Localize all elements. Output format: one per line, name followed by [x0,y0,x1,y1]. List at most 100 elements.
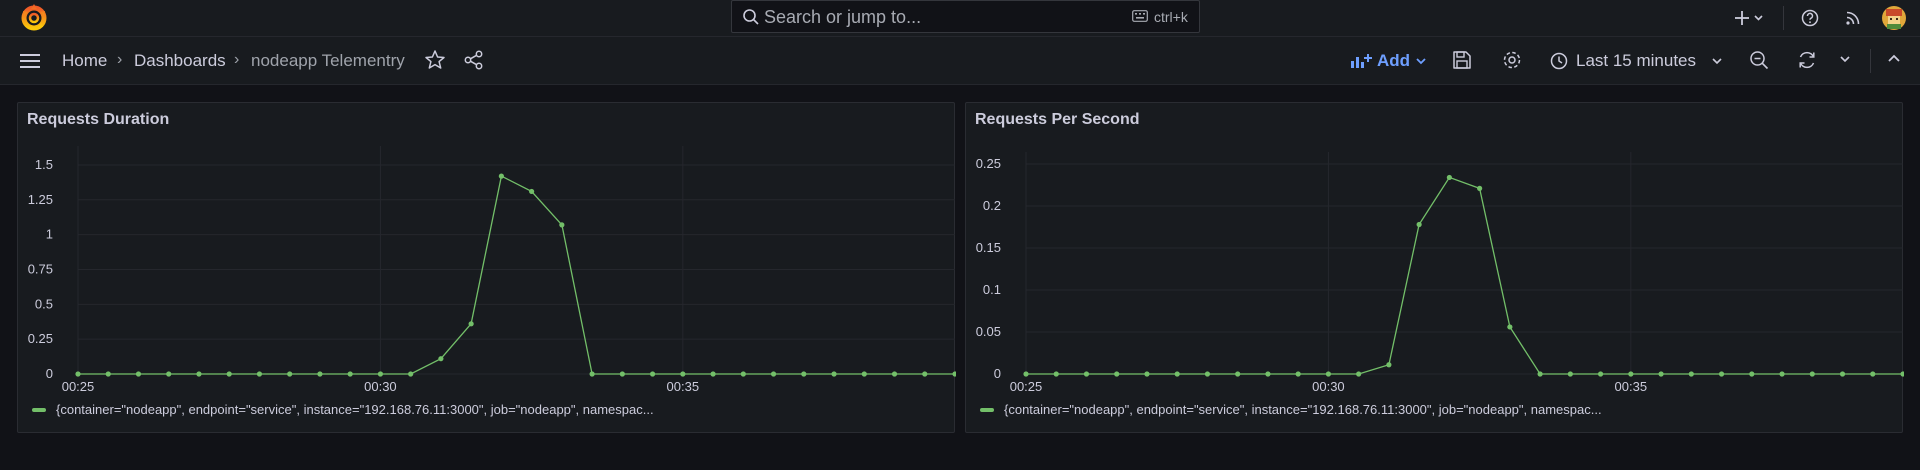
data-point[interactable] [1023,371,1029,377]
data-point[interactable] [317,371,323,377]
data-point[interactable] [1870,371,1876,377]
data-point[interactable] [498,173,504,179]
legend-label: {container="nodeapp", endpoint="service"… [1004,402,1602,417]
data-point[interactable] [1083,371,1090,377]
data-point[interactable] [1204,371,1211,377]
data-point[interactable] [589,371,595,377]
new-menu-button[interactable] [1732,5,1768,31]
data-point[interactable] [1688,371,1694,377]
data-point[interactable] [1809,371,1815,377]
data-point[interactable] [740,371,746,377]
data-point[interactable] [196,371,202,377]
data-point[interactable] [1386,362,1392,368]
data-point[interactable] [75,371,81,377]
panel-requests-per-second[interactable]: Requests Per Second 0 0.05 0.1 0.15 0.2 0.25 0… [965,102,1904,433]
data-point[interactable] [1749,371,1755,377]
data-point[interactable] [831,371,837,377]
data-point[interactable] [710,371,716,377]
data-point[interactable] [1446,174,1452,181]
data-point[interactable] [1779,371,1785,377]
data-point[interactable] [135,371,142,377]
menu-icon[interactable] [19,50,41,72]
grafana-logo-icon[interactable] [19,3,49,33]
data-point[interactable] [105,371,111,377]
data-point[interactable] [680,371,686,377]
data-point[interactable] [1416,221,1422,228]
data-point[interactable] [287,371,293,377]
news-button[interactable] [1840,5,1866,31]
data-point[interactable] [1507,324,1513,330]
help-icon [1801,9,1819,27]
data-point[interactable] [1718,371,1725,377]
data-point[interactable] [1114,371,1120,377]
y-tick-label: 0 [46,366,53,381]
data-point[interactable] [226,371,232,377]
data-point[interactable] [1537,371,1543,377]
data-point[interactable] [256,371,263,377]
legend-item[interactable]: {container="nodeapp", endpoint="service"… [980,402,1602,417]
data-point[interactable] [468,321,474,327]
y-tick-label: 0.2 [983,198,1001,213]
data-point[interactable] [1174,371,1180,377]
save-icon[interactable] [1452,49,1472,71]
data-point[interactable] [1658,371,1664,377]
data-point[interactable] [1628,371,1634,377]
data-point[interactable] [952,371,956,377]
zoom-out-icon[interactable] [1748,49,1770,71]
data-point[interactable] [801,371,807,377]
data-point[interactable] [1144,371,1150,377]
data-point[interactable] [559,222,565,228]
data-point[interactable] [1900,371,1904,377]
data-point[interactable] [861,371,867,377]
refresh-icon[interactable] [1796,49,1818,71]
data-point[interactable] [1295,371,1301,377]
chevron-up-icon[interactable] [1886,52,1902,64]
time-range-picker[interactable]: Last 15 minutes [1550,47,1724,75]
time-range-label: Last 15 minutes [1576,51,1697,70]
data-point[interactable] [408,371,414,377]
x-tick-label: 00:25 [62,379,95,394]
y-tick-label: 0.75 [28,261,53,276]
breadcrumb-dashboards[interactable]: Dashboards [134,51,226,71]
data-point[interactable] [619,371,625,377]
data-point[interactable] [1053,371,1059,377]
data-point[interactable] [649,371,656,377]
data-point[interactable] [1839,371,1846,377]
data-point[interactable] [770,371,777,377]
star-icon[interactable] [424,49,446,71]
breadcrumb-home[interactable]: Home [62,51,107,71]
data-point[interactable] [1235,371,1241,377]
dashboard-nav-bar: Home › Dashboards › nodeapp Telementry A… [0,37,1920,85]
x-tick-label: 00:30 [364,379,397,394]
y-tick-label: 1 [46,227,53,242]
data-point[interactable] [347,371,353,377]
share-icon[interactable] [463,49,485,71]
legend-item[interactable]: {container="nodeapp", endpoint="service"… [32,402,654,417]
x-tick-label: 00:25 [1010,379,1043,394]
chevron-down-icon[interactable] [1838,54,1852,64]
data-point[interactable] [1356,371,1362,377]
breadcrumb-separator: › [234,51,240,68]
data-point[interactable] [1325,371,1332,377]
data-point[interactable] [438,356,444,362]
search-input[interactable]: Search or jump to... ctrl+k [731,0,1200,33]
profile-button[interactable] [1881,5,1907,31]
legend-swatch [32,407,46,412]
help-button[interactable] [1797,5,1823,31]
data-point[interactable] [377,371,384,377]
clock-icon [1550,52,1568,70]
chevron-down-icon [1416,58,1426,65]
panel-requests-duration[interactable]: Requests Duration 0 0.25 0.5 0.75 1 1.25 1.5 00… [17,102,956,433]
data-point[interactable] [166,371,172,377]
gear-icon[interactable] [1501,49,1523,71]
data-point[interactable] [1597,371,1604,377]
data-point[interactable] [922,371,928,377]
data-point[interactable] [1567,371,1573,377]
add-button[interactable]: Add [1350,47,1427,75]
data-point[interactable] [891,371,898,377]
data-point[interactable] [1477,185,1483,191]
keyboard-icon [1132,10,1148,22]
data-point[interactable] [529,188,535,195]
y-tick-label: 1.5 [35,157,53,172]
data-point[interactable] [1265,371,1271,377]
